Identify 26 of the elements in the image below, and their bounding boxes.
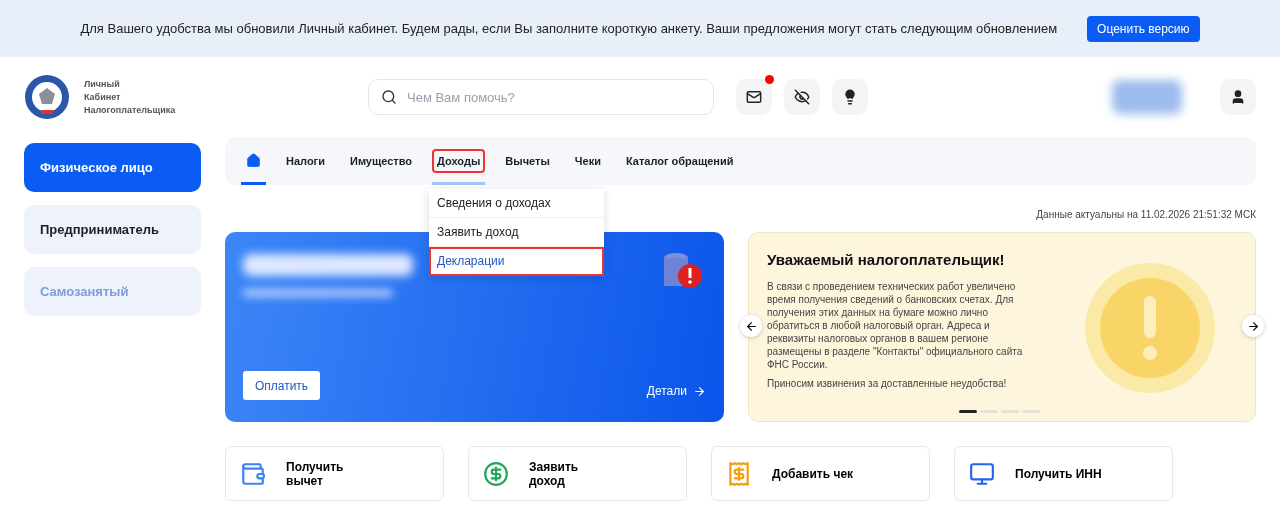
quick-action-button[interactable]: Получить вычет: [225, 446, 444, 501]
nav-tab[interactable]: Доходы: [428, 137, 490, 185]
sidebar-item[interactable]: Предприниматель: [24, 205, 201, 254]
quick-action-button[interactable]: Заявить доход: [468, 446, 687, 501]
dropdown-item[interactable]: Сведения о доходах: [429, 189, 604, 218]
notice-text: Приносим извинения за доставленные неудобства!: [767, 377, 1008, 390]
data-timestamp: Данные актуальны на 11.02.2026 21:51:32 МСК: [1036, 209, 1256, 220]
banner-text: Для Вашего удобства мы обновили Личный кабинет. Будем рады, если Вы заполните короткую анкету. Ваши предложения могут стать следующим обновлением: [80, 21, 1058, 36]
details-link[interactable]: Детали: [646, 384, 706, 398]
nav-tab[interactable]: Чеки: [565, 137, 610, 185]
nav-tab[interactable]: Вычеты: [496, 137, 559, 185]
search-field[interactable]: Чем Вам помочь?: [368, 79, 714, 115]
search-input[interactable]: Чем Вам помочь?: [405, 88, 701, 106]
dropdown-item[interactable]: Заявить доход: [429, 218, 604, 247]
notice-text: В связи с проведением технических работ увеличено время получения сведений о банковских счетах. Для получения этих данных на бумаге можно лично обратиться в любой налоговый орган. Адреса и реквизиты налоговых органов в вашем регионе размещены в разделе "Контакты" официального сайта ФНС России.: [767, 280, 1024, 371]
nav-tab[interactable]: Каталог обращений: [616, 137, 743, 185]
quick-action-button[interactable]: Добавить чек: [711, 446, 930, 501]
nav-tab[interactable]: Налоги: [277, 137, 334, 185]
notice-title: Уважаемый налогоплательщик!: [767, 251, 1006, 268]
logo-text: Личный Кабинет Налогоплательщика: [84, 77, 176, 117]
rate-version-button[interactable]: Оценить версию: [1087, 15, 1200, 42]
quick-action-button[interactable]: Получить ИНН: [954, 446, 1173, 501]
pay-button[interactable]: Оплатить: [243, 371, 320, 400]
dropdown-item[interactable]: Декларации: [429, 247, 604, 276]
sidebar-item[interactable]: Физическое лицо: [24, 143, 201, 192]
nav-tab[interactable]: Имущество: [340, 137, 422, 185]
